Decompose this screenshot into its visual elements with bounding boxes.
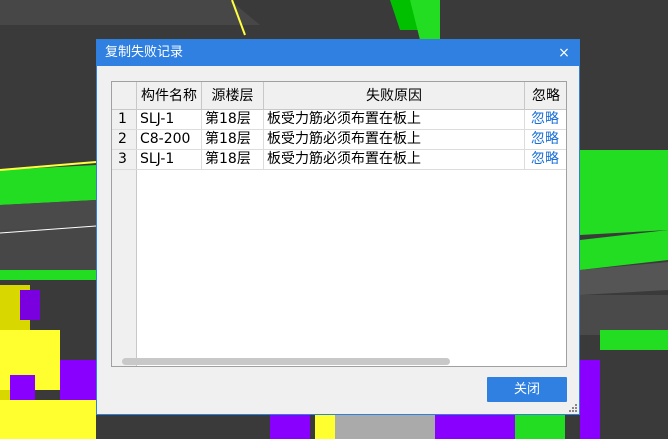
ignore-link[interactable]: 忽略 (525, 150, 566, 170)
cell-reason[interactable]: 板受力筋必须布置在板上 (264, 150, 525, 170)
copy-failure-dialog: 复制失败记录 × 构件名称 源楼层 失败原因 忽略 1 SLJ-1 第18层 板… (96, 39, 580, 415)
failure-table: 构件名称 源楼层 失败原因 忽略 1 SLJ-1 第18层 板受力筋必须布置在板… (111, 81, 567, 367)
cell-name[interactable]: SLJ-1 (137, 110, 202, 130)
cell-name[interactable]: SLJ-1 (137, 150, 202, 170)
column-header-reason[interactable]: 失败原因 (264, 82, 525, 110)
ignore-link[interactable]: 忽略 (525, 110, 566, 130)
cell-name[interactable]: C8-200 (137, 130, 202, 150)
dialog-titlebar[interactable]: 复制失败记录 × (97, 40, 579, 66)
cell-reason[interactable]: 板受力筋必须布置在板上 (264, 130, 525, 150)
corner-header (112, 82, 137, 110)
cell-reason[interactable]: 板受力筋必须布置在板上 (264, 110, 525, 130)
cell-floor[interactable]: 第18层 (202, 150, 264, 170)
row-number: 1 (112, 110, 137, 130)
dialog-title: 复制失败记录 (105, 45, 184, 60)
column-header-name[interactable]: 构件名称 (137, 82, 202, 110)
ignore-link[interactable]: 忽略 (525, 130, 566, 150)
column-header-floor[interactable]: 源楼层 (202, 82, 264, 110)
column-header-ignore[interactable]: 忽略 (525, 82, 566, 110)
horizontal-scrollbar[interactable] (122, 358, 450, 365)
close-icon[interactable]: × (555, 44, 573, 62)
resize-grip-icon[interactable] (567, 402, 577, 412)
close-button[interactable]: 关闭 (487, 377, 567, 402)
row-number: 3 (112, 150, 137, 170)
cell-floor[interactable]: 第18层 (202, 130, 264, 150)
cell-floor[interactable]: 第18层 (202, 110, 264, 130)
row-number: 2 (112, 130, 137, 150)
